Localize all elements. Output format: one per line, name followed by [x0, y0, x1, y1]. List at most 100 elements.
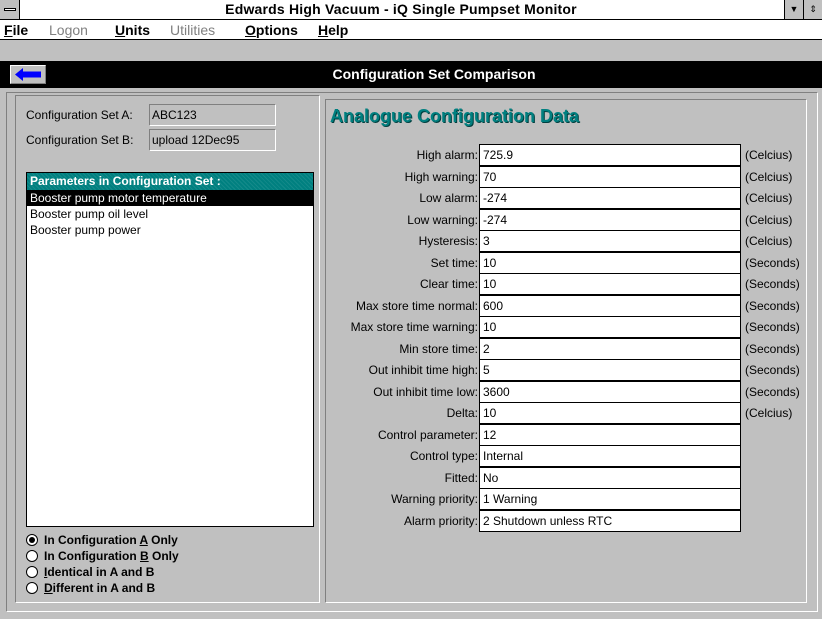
field-unit: (Seconds): [745, 341, 800, 356]
arrow-left-icon: [15, 68, 41, 81]
radio-button-icon[interactable]: [26, 534, 38, 546]
analogue-field-row: Set time: 10 (Seconds): [326, 251, 808, 274]
field-value[interactable]: 70: [479, 165, 741, 188]
menu-utilities[interactable]: Utilities: [170, 22, 215, 38]
restore-button[interactable]: ⇕: [803, 0, 822, 19]
radio-label: Identical in A and B: [44, 565, 155, 579]
field-unit: (Celcius): [745, 191, 793, 205]
field-value[interactable]: 10: [479, 251, 741, 274]
field-label: High warning:: [404, 169, 478, 184]
analogue-field-row: Control type: Internal: [326, 445, 808, 467]
parameter-list-item[interactable]: Booster pump motor temperature: [27, 190, 313, 206]
analogue-field-row: High warning: 70 (Celcius): [326, 165, 808, 188]
field-unit: (Seconds): [745, 277, 800, 291]
config-set-a-value: ABC123: [149, 104, 276, 126]
field-value[interactable]: 10: [479, 316, 741, 338]
field-value[interactable]: 10: [479, 273, 741, 295]
minimize-button[interactable]: ▼: [784, 0, 803, 19]
field-unit: (Seconds): [745, 363, 800, 377]
radio-in-a-only[interactable]: In Configuration A Only: [26, 532, 179, 548]
field-unit: (Seconds): [745, 255, 800, 270]
radio-label: Different in A and B: [44, 581, 156, 595]
field-unit: (Seconds): [745, 320, 800, 334]
field-value[interactable]: 12: [479, 423, 741, 446]
radio-button-icon[interactable]: [26, 550, 38, 562]
parameter-list-item[interactable]: Booster pump power: [27, 222, 313, 238]
field-label: Alarm priority:: [403, 513, 478, 528]
system-menu-icon: [4, 8, 16, 11]
field-unit: (Seconds): [745, 384, 800, 399]
field-unit: (Celcius): [745, 169, 793, 184]
analogue-field-row: Low warning: -274 (Celcius): [326, 208, 808, 231]
field-label: High alarm:: [416, 148, 478, 162]
config-set-b-value: upload 12Dec95: [149, 129, 276, 151]
field-value[interactable]: 10: [479, 402, 741, 424]
radio-label: In Configuration A Only: [44, 533, 178, 547]
field-value[interactable]: 725.9: [479, 144, 741, 166]
field-value[interactable]: 600: [479, 294, 741, 317]
field-label: Low alarm:: [419, 191, 478, 205]
field-label: Max store time normal:: [355, 298, 478, 313]
field-value[interactable]: 3600: [479, 380, 741, 403]
field-label: Fitted:: [444, 470, 478, 485]
title-bar: Edwards High Vacuum - iQ Single Pumpset …: [0, 0, 822, 20]
field-value[interactable]: 2: [479, 337, 741, 360]
field-label: Out inhibit time low:: [373, 384, 478, 399]
menu-bar: File Logon Units Utilities Options Help: [0, 20, 822, 40]
system-menu-button[interactable]: [0, 0, 20, 19]
field-value[interactable]: -274: [479, 187, 741, 209]
config-set-a-label: Configuration Set A:: [26, 108, 133, 122]
analogue-field-row: Warning priority: 1 Warning: [326, 488, 808, 510]
radio-label: In Configuration B Only: [44, 549, 179, 563]
analogue-field-row: Hysteresis: 3 (Celcius): [326, 230, 808, 252]
radio-identical[interactable]: Identical in A and B: [26, 564, 179, 580]
radio-in-b-only[interactable]: In Configuration B Only: [26, 548, 179, 564]
field-label: Clear time:: [419, 277, 478, 291]
field-label: Warning priority:: [391, 492, 478, 506]
restore-icon: ⇕: [809, 4, 817, 14]
field-value[interactable]: 3: [479, 230, 741, 252]
field-unit: (Celcius): [745, 406, 793, 420]
analogue-field-row: Out inhibit time high: 5 (Seconds): [326, 359, 808, 381]
field-unit: (Celcius): [745, 148, 793, 162]
field-value[interactable]: 2 Shutdown unless RTC: [479, 509, 741, 532]
menu-file[interactable]: File: [4, 22, 28, 38]
analogue-field-row: High alarm: 725.9 (Celcius): [326, 144, 808, 166]
parameter-list-heading: Parameters in Configuration Set :: [27, 173, 313, 190]
menu-logon[interactable]: Logon: [49, 22, 88, 38]
field-value[interactable]: 1 Warning: [479, 488, 741, 510]
config-set-b-label: Configuration Set B:: [26, 133, 134, 147]
field-label: Min store time:: [399, 341, 478, 356]
menu-units[interactable]: Units: [115, 22, 150, 38]
parameter-list-item[interactable]: Booster pump oil level: [27, 206, 313, 222]
field-label: Delta:: [446, 406, 478, 420]
back-button[interactable]: [10, 65, 46, 84]
right-panel: Analogue Configuration Data High alarm: 7…: [325, 99, 807, 603]
analogue-field-row: Max store time normal: 600 (Seconds): [326, 294, 808, 317]
analogue-field-row: Max store time warning: 10 (Seconds): [326, 316, 808, 338]
radio-button-icon[interactable]: [26, 566, 38, 578]
radio-different[interactable]: Different in A and B: [26, 580, 179, 596]
field-value[interactable]: No: [479, 466, 741, 489]
analogue-field-row: Alarm priority: 2 Shutdown unless RTC: [326, 509, 808, 532]
field-unit: (Celcius): [745, 212, 793, 227]
analogue-field-row: Min store time: 2 (Seconds): [326, 337, 808, 360]
field-value[interactable]: 5: [479, 359, 741, 381]
field-value[interactable]: Internal: [479, 445, 741, 467]
window-title: Edwards High Vacuum - iQ Single Pumpset …: [225, 1, 577, 17]
field-label: Low warning:: [407, 212, 478, 227]
field-label: Hysteresis:: [418, 234, 478, 248]
menu-help[interactable]: Help: [318, 22, 348, 38]
field-label: Control type:: [409, 449, 478, 463]
menu-options[interactable]: Options: [245, 22, 298, 38]
analogue-field-row: Control parameter: 12: [326, 423, 808, 446]
field-unit: (Seconds): [745, 298, 800, 313]
analogue-heading: Analogue Configuration Data: [330, 106, 579, 126]
field-value[interactable]: -274: [479, 208, 741, 231]
radio-button-icon[interactable]: [26, 582, 38, 594]
main-panel: Configuration Set A: ABC123 Configuratio…: [6, 92, 818, 612]
analogue-field-row: Low alarm: -274 (Celcius): [326, 187, 808, 209]
parameter-list[interactable]: Parameters in Configuration Set : Booste…: [26, 172, 314, 527]
comparison-filter-group: In Configuration A Only In Configuration …: [26, 532, 179, 596]
minimize-icon: ▼: [789, 4, 799, 14]
